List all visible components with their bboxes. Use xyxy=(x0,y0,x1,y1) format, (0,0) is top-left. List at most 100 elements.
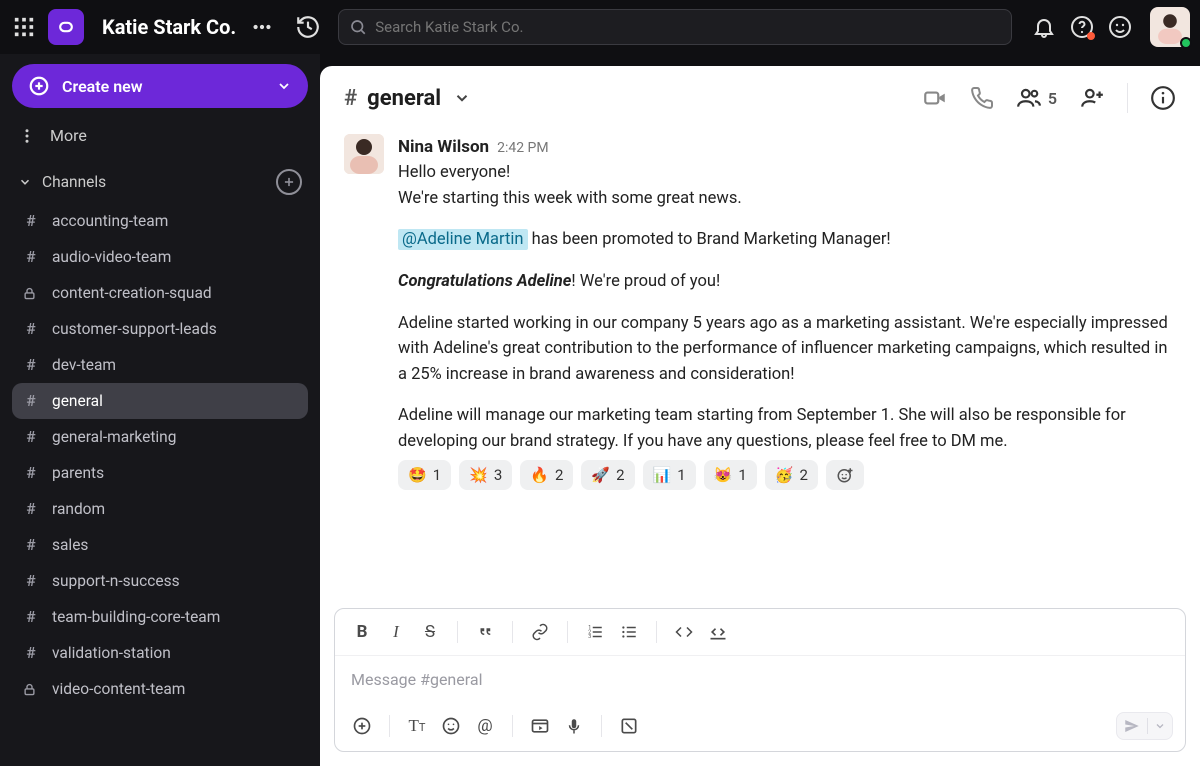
channel-label: customer-support-leads xyxy=(52,320,217,338)
kebab-icon xyxy=(18,127,36,145)
topbar: Katie Stark Co. xyxy=(0,0,1200,54)
message: Nina Wilson 2:42 PM Hello everyone! We'r… xyxy=(344,134,1176,490)
workspace-name[interactable]: Katie Stark Co. xyxy=(102,15,236,39)
text-format-button[interactable]: TT xyxy=(402,711,432,741)
reaction[interactable]: 🔥2 xyxy=(520,460,573,490)
channel-label: sales xyxy=(52,536,88,554)
hash-icon: # xyxy=(22,392,40,410)
channel-label: dev-team xyxy=(52,356,116,374)
sidebar-channel-customer-support-leads[interactable]: # customer-support-leads xyxy=(12,311,308,347)
unordered-list-button[interactable] xyxy=(614,617,644,647)
chevron-down-icon xyxy=(18,175,32,189)
sidebar-channel-sales[interactable]: #sales xyxy=(12,527,308,563)
congrats-strong: Congratulations Adeline xyxy=(398,272,571,291)
reaction[interactable]: 🚀2 xyxy=(581,460,634,490)
sidebar-channel-video-content-team[interactable]: video-content-team xyxy=(12,671,308,707)
notifications-icon[interactable] xyxy=(1030,13,1058,41)
help-icon[interactable] xyxy=(1068,13,1096,41)
members-count-value: 5 xyxy=(1048,89,1057,108)
reaction[interactable]: 💥3 xyxy=(459,460,512,490)
send-button[interactable] xyxy=(1116,712,1173,740)
chevron-down-icon xyxy=(453,89,471,107)
reaction-emoji: 🔥 xyxy=(530,464,549,487)
channel-label: parents xyxy=(52,464,104,482)
reactions-row: 🤩1💥3🔥2🚀2📊1😻1🥳2 xyxy=(398,460,1176,490)
hash-icon: # xyxy=(22,644,40,662)
phone-call-icon[interactable] xyxy=(970,86,994,110)
reaction-emoji: 🤩 xyxy=(408,464,427,487)
sidebar-channel-dev-team[interactable]: #dev-team xyxy=(12,347,308,383)
channel-label: support-n-success xyxy=(52,572,180,590)
add-member-icon[interactable] xyxy=(1079,85,1105,111)
emoji-button[interactable] xyxy=(436,711,466,741)
mention[interactable]: @Adeline Martin xyxy=(398,229,528,250)
sidebar-channel-audio-video-team[interactable]: #audio-video-team xyxy=(12,239,308,275)
mention-button[interactable]: @ xyxy=(470,711,500,741)
channel-title[interactable]: # general xyxy=(344,86,471,111)
create-new-button[interactable]: Create new xyxy=(12,64,308,108)
reaction[interactable]: 😻1 xyxy=(704,460,757,490)
quote-button[interactable] xyxy=(470,617,500,647)
members-count[interactable]: 5 xyxy=(1016,85,1057,111)
bold-button[interactable]: B xyxy=(347,617,377,647)
format-toolbar: B I S 123 xyxy=(335,609,1185,656)
history-icon[interactable] xyxy=(294,13,322,41)
emoji-icon[interactable] xyxy=(1106,13,1134,41)
hash-icon: # xyxy=(22,464,40,482)
sidebar-channel-random[interactable]: #random xyxy=(12,491,308,527)
mic-button[interactable] xyxy=(559,711,589,741)
reaction[interactable]: 🤩1 xyxy=(398,460,451,490)
info-icon[interactable] xyxy=(1150,85,1176,111)
reaction[interactable]: 📊1 xyxy=(643,460,696,490)
channel-header: # general 5 xyxy=(320,66,1200,130)
send-icon xyxy=(1123,717,1141,735)
sidebar-more[interactable]: More xyxy=(12,108,308,155)
attach-button[interactable] xyxy=(347,711,377,741)
channel-label: random xyxy=(52,500,105,518)
strikethrough-button[interactable]: S xyxy=(415,617,445,647)
channels-section-label: Channels xyxy=(42,173,106,191)
code-button[interactable] xyxy=(669,617,699,647)
link-button[interactable] xyxy=(525,617,555,647)
channel-label: video-content-team xyxy=(52,680,185,698)
apps-grid-icon[interactable] xyxy=(10,13,38,41)
channel-label: validation-station xyxy=(52,644,171,662)
workspace-logo[interactable] xyxy=(48,9,84,45)
reaction[interactable]: 🥳2 xyxy=(765,460,818,490)
reaction-emoji: 😻 xyxy=(714,464,733,487)
sidebar-channel-parents[interactable]: # parents xyxy=(12,455,308,491)
reaction-count: 1 xyxy=(677,464,685,487)
reaction-emoji: 🥳 xyxy=(775,464,794,487)
italic-button[interactable]: I xyxy=(381,617,411,647)
add-reaction-button[interactable] xyxy=(826,460,864,490)
video-clip-button[interactable] xyxy=(525,711,555,741)
search-input[interactable] xyxy=(375,18,1001,36)
ordered-list-button[interactable]: 123 xyxy=(580,617,610,647)
sidebar-channel-team-building-core-team[interactable]: #team-building-core-team xyxy=(12,599,308,635)
workspace-more-icon[interactable] xyxy=(248,13,276,41)
sidebar-channel-content-creation-squad[interactable]: content-creation-squad xyxy=(12,275,308,311)
chevron-down-icon xyxy=(276,78,292,94)
search-bar[interactable] xyxy=(338,9,1012,45)
composer-input[interactable]: Message #general xyxy=(335,656,1185,703)
reaction-count: 1 xyxy=(738,464,746,487)
message-author[interactable]: Nina Wilson xyxy=(398,134,489,160)
hash-icon: # xyxy=(22,572,40,590)
sidebar-channel-accounting-team[interactable]: #accounting-team xyxy=(12,203,308,239)
sidebar-channel-general-marketing[interactable]: #general-marketing xyxy=(12,419,308,455)
channel-name: general xyxy=(367,86,441,111)
code-block-button[interactable] xyxy=(703,617,733,647)
main-panel: # general 5 xyxy=(320,66,1200,766)
sidebar-channel-support-n-success[interactable]: # support-n-success xyxy=(12,563,308,599)
sidebar-channel-validation-station[interactable]: # validation-station xyxy=(12,635,308,671)
sidebar-channel-general[interactable]: #general xyxy=(12,383,308,419)
channel-label: general-marketing xyxy=(52,428,176,446)
hash-icon: # xyxy=(22,320,40,338)
channels-section-header[interactable]: Channels xyxy=(12,155,308,203)
video-call-icon[interactable] xyxy=(922,85,948,111)
user-avatar[interactable] xyxy=(1150,7,1190,47)
presence-indicator xyxy=(1180,37,1192,49)
message-avatar[interactable] xyxy=(344,134,384,174)
shortcuts-button[interactable] xyxy=(614,711,644,741)
add-channel-button[interactable] xyxy=(276,169,302,195)
